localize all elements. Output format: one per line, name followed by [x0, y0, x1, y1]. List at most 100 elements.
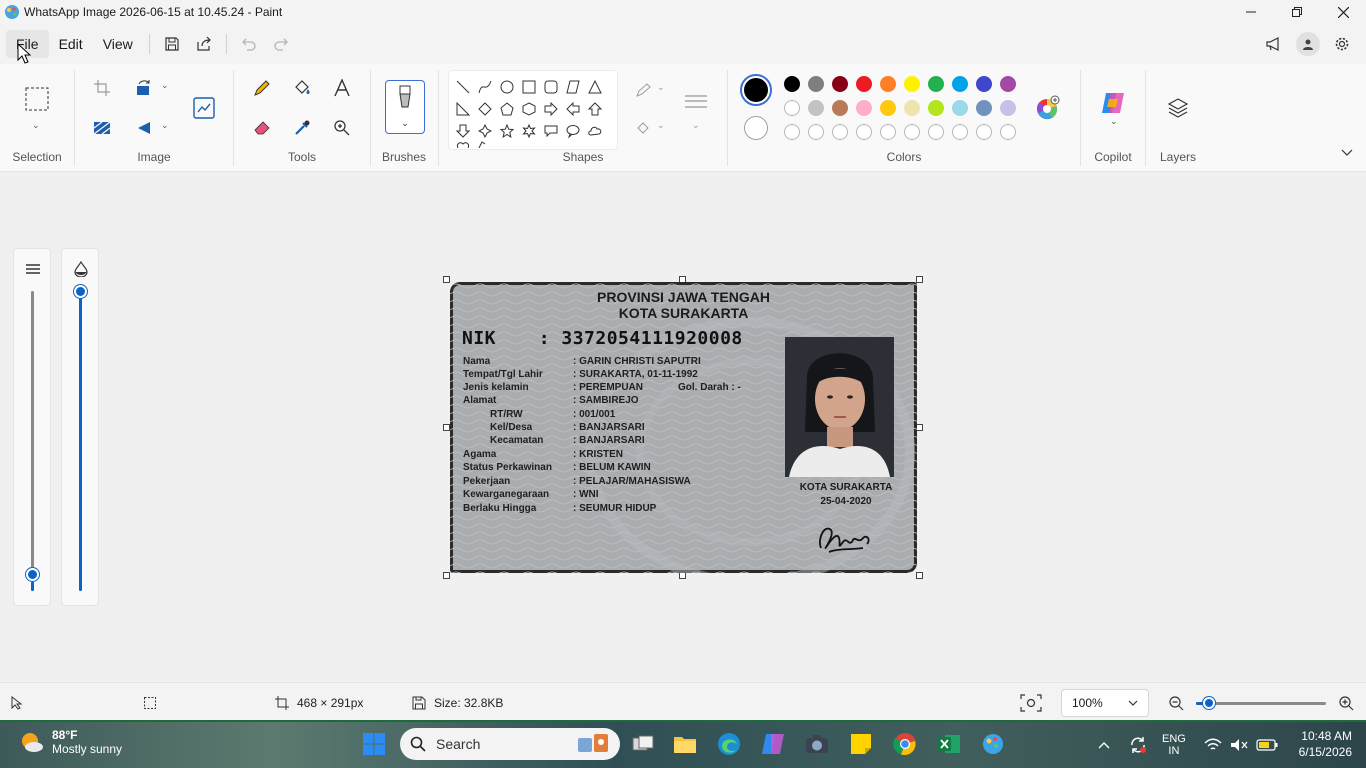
- chevron-down-icon[interactable]: ⌄: [161, 80, 169, 91]
- magnifier-tool-button[interactable]: [328, 114, 356, 142]
- clock[interactable]: 10:48 AM 6/15/2026: [1299, 728, 1352, 760]
- field-row: Tempat/Tgl Lahir: SURAKARTA, 01-11-1992: [463, 369, 793, 382]
- field-label: Jenis kelamin: [463, 382, 529, 393]
- field-value: : KRISTEN: [573, 449, 623, 460]
- chevron-down-icon[interactable]: ⌄: [32, 120, 40, 131]
- redo-button[interactable]: [265, 30, 297, 58]
- flip-button[interactable]: [130, 114, 158, 142]
- zoom-out-button[interactable]: [1168, 683, 1184, 723]
- sync-status-icon-button[interactable]: [1128, 722, 1148, 768]
- save-button[interactable]: [156, 30, 188, 58]
- feedback-button[interactable]: [1258, 30, 1290, 58]
- resize-handle-left[interactable]: [443, 424, 450, 431]
- menu-view[interactable]: View: [93, 30, 143, 58]
- rotate-button[interactable]: [130, 74, 158, 102]
- opacity-drop-icon: [74, 261, 88, 277]
- zoom-select[interactable]: 100%: [1061, 689, 1149, 717]
- crop-button[interactable]: [88, 74, 116, 102]
- chevron-down-icon[interactable]: ⌄: [161, 120, 169, 131]
- color-picker-button[interactable]: [288, 114, 316, 142]
- selection-icon: [144, 697, 156, 709]
- system-status-button[interactable]: [1204, 722, 1278, 768]
- resize-handle-bottom-right[interactable]: [916, 572, 923, 579]
- resize-handle-top-left[interactable]: [443, 276, 450, 283]
- image-properties-button[interactable]: [190, 94, 218, 122]
- settings-button[interactable]: [1326, 30, 1358, 58]
- remove-background-button[interactable]: [88, 114, 116, 142]
- signature-image: [819, 527, 870, 553]
- brush-size-track: [31, 291, 34, 591]
- brush-selector-button[interactable]: ⌄: [385, 80, 425, 134]
- battery-icon: [1256, 739, 1278, 751]
- nik-label: NIK: [462, 328, 497, 349]
- chrome-button[interactable]: [892, 731, 918, 757]
- resize-handle-right[interactable]: [916, 424, 923, 431]
- weather-widget[interactable]: 88°F Mostly sunny: [18, 728, 122, 756]
- show-hidden-icons-button[interactable]: [1098, 722, 1110, 768]
- field-value: : PELAJAR/MAHASISWA: [573, 476, 691, 487]
- pencil-tool-button[interactable]: [248, 74, 276, 102]
- minimize-button[interactable]: [1228, 0, 1274, 24]
- field-label: Agama: [463, 449, 497, 460]
- search-placeholder: Search: [436, 736, 481, 752]
- collapse-ribbon-button[interactable]: [1336, 142, 1358, 164]
- field-label: Pekerjaan: [463, 476, 511, 487]
- chevron-down-icon[interactable]: ⌄: [1110, 116, 1118, 127]
- brush-size-slider[interactable]: [13, 248, 51, 606]
- select-tool-button[interactable]: [22, 84, 52, 114]
- pencil-icon: [254, 80, 270, 96]
- account-button[interactable]: [1296, 32, 1320, 56]
- zoom-slider[interactable]: [1196, 697, 1326, 709]
- restore-icon: [1292, 7, 1302, 17]
- field-label: Kewarganegaraan: [463, 489, 550, 500]
- field-label: Berlaku Hingga: [463, 503, 537, 514]
- tools-group-label: Tools: [287, 150, 316, 164]
- taskbar-search[interactable]: Search: [400, 728, 620, 760]
- brush-size-thumb[interactable]: [26, 568, 39, 581]
- paint-app-icon: [5, 5, 19, 19]
- zoom-slider-thumb[interactable]: [1203, 697, 1215, 709]
- copilot-button[interactable]: [1098, 88, 1128, 118]
- share-icon: [197, 36, 211, 51]
- restore-button[interactable]: [1274, 0, 1320, 24]
- close-button[interactable]: [1320, 0, 1366, 24]
- card-photo: [785, 337, 894, 477]
- zoom-in-button[interactable]: [1338, 683, 1354, 723]
- field-value: : SEUMUR HIDUP: [573, 503, 657, 514]
- text-tool-button[interactable]: [328, 74, 356, 102]
- edge-button[interactable]: [716, 731, 742, 757]
- copilot-taskbar-button[interactable]: [760, 731, 786, 757]
- brush-icon: [399, 85, 411, 108]
- undo-button[interactable]: [233, 30, 265, 58]
- resize-handle-bottom[interactable]: [679, 572, 686, 579]
- eyedropper-icon: [295, 120, 310, 135]
- task-view-button[interactable]: [630, 731, 656, 757]
- fit-to-window-button[interactable]: [1020, 683, 1042, 723]
- opacity-slider[interactable]: [61, 248, 99, 606]
- start-button[interactable]: [361, 731, 387, 757]
- menu-edit[interactable]: Edit: [49, 30, 93, 58]
- excel-button[interactable]: [936, 731, 962, 757]
- fill-tool-button[interactable]: [288, 74, 316, 102]
- opacity-thumb[interactable]: [74, 285, 87, 298]
- field-label: Kecamatan: [490, 435, 544, 446]
- share-button[interactable]: [188, 30, 220, 58]
- menu-bar: File Edit View: [0, 28, 1366, 60]
- close-icon: [1337, 6, 1349, 18]
- eraser-tool-button[interactable]: [248, 114, 276, 142]
- input-language-button[interactable]: ENG IN: [1162, 722, 1186, 768]
- field-label: Alamat: [463, 395, 497, 406]
- resize-handle-top-right[interactable]: [916, 276, 923, 283]
- layers-button[interactable]: [1164, 94, 1192, 122]
- shapes-group-label: Shapes: [562, 150, 604, 164]
- field-value: : GARIN CHRISTI SAPUTRI: [573, 356, 701, 367]
- paint-taskbar-button[interactable]: [980, 731, 1006, 757]
- file-explorer-button[interactable]: [672, 731, 698, 757]
- field-value: : PEREMPUAN: [573, 382, 644, 393]
- layers-group-label: Layers: [1159, 150, 1197, 164]
- field-row: Kecamatan: BANJARSARI: [463, 435, 793, 448]
- remove-background-icon: [93, 121, 111, 135]
- camera-app-button[interactable]: [804, 731, 830, 757]
- resize-handle-bottom-left[interactable]: [443, 572, 450, 579]
- sticky-notes-button[interactable]: [848, 731, 874, 757]
